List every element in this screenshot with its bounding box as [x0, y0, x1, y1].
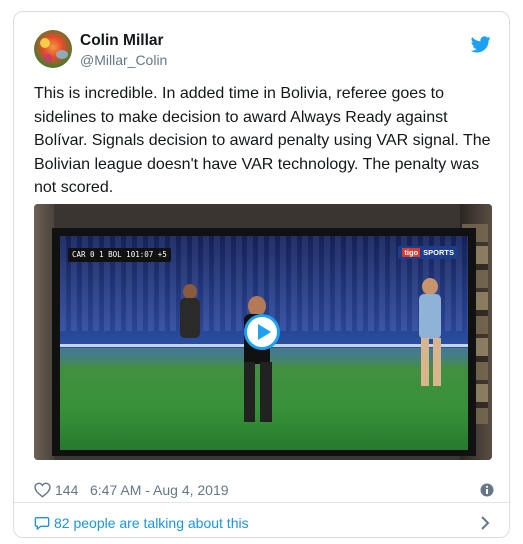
tweet-text: This is incredible. In added time in Bol… [34, 85, 491, 196]
like-count: 144 [55, 482, 79, 498]
room-wall [34, 204, 54, 460]
heart-icon[interactable] [34, 482, 51, 498]
conversation-label: 82 people are talking about this [54, 515, 249, 531]
info-icon[interactable] [480, 483, 494, 497]
network-label: SPORTS [423, 248, 454, 257]
network-tag: tigo [402, 248, 421, 257]
play-icon [258, 324, 271, 340]
divider [14, 502, 511, 503]
conversation-link[interactable]: 82 people are talking about this [34, 514, 490, 534]
network-badge: tigo SPORTS [398, 246, 458, 259]
play-button[interactable] [244, 314, 280, 350]
scoreboard: CAR 0 1 BOL 101:07 +5 [68, 248, 171, 262]
comment-icon [34, 517, 50, 531]
tweet-timestamp[interactable]: 6:47 AM - Aug 4, 2019 [90, 482, 229, 498]
player-figure [415, 276, 443, 386]
player-figure [178, 284, 202, 364]
author-handle[interactable]: @Millar_Colin [80, 52, 167, 68]
twitter-bird-icon[interactable] [471, 36, 491, 53]
author-name[interactable]: Colin Millar [80, 32, 164, 50]
avatar[interactable] [34, 30, 72, 68]
video-player[interactable]: CAR 0 1 BOL 101:07 +5 tigo SPORTS [34, 204, 492, 460]
tweet-card[interactable]: Colin Millar @Millar_Colin This is incre… [13, 11, 511, 538]
tweet-footer: 144 6:47 AM - Aug 4, 2019 [34, 481, 494, 501]
chevron-right-icon [481, 516, 490, 530]
